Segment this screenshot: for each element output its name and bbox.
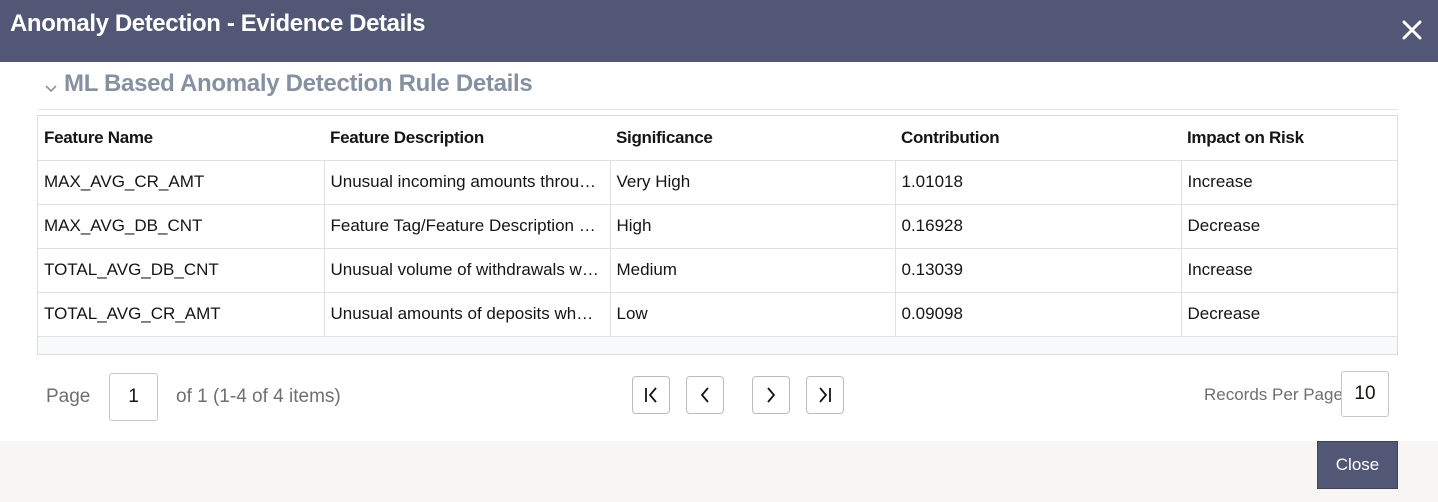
cell-feature-name: MAX_AVG_DB_CNT — [38, 204, 325, 249]
records-per-page-label: Records Per Page — [1204, 385, 1343, 404]
column-header-feature-description[interactable]: Feature Description — [324, 116, 610, 161]
evidence-table: Feature Name Feature Description Signifi… — [37, 115, 1398, 355]
table-row[interactable]: MAX_AVG_DB_CNT Feature Tag/Feature Descr… — [38, 204, 1397, 249]
chevron-down-icon[interactable] — [44, 82, 58, 96]
cell-contribution: 0.13039 — [895, 248, 1182, 293]
table-row[interactable]: TOTAL_AVG_DB_CNT Unusual volume of withd… — [38, 248, 1397, 293]
cell-contribution: 0.09098 — [895, 292, 1182, 337]
cell-significance: Low — [610, 292, 896, 337]
section-title: ML Based Anomaly Detection Rule Details — [64, 70, 533, 97]
first-page-icon — [645, 387, 657, 403]
last-page-icon — [819, 387, 831, 403]
cell-feature-description: Unusual amounts of deposits wh… — [324, 292, 611, 337]
cell-contribution: 0.16928 — [895, 204, 1182, 249]
cell-impact-on-risk: Increase — [1181, 248, 1397, 293]
cell-significance: High — [610, 204, 896, 249]
cell-feature-name: TOTAL_AVG_CR_AMT — [38, 292, 325, 337]
cell-feature-description: Feature Tag/Feature Description … — [324, 204, 611, 249]
cell-significance: Very High — [610, 160, 896, 205]
cell-feature-name: MAX_AVG_CR_AMT — [38, 160, 325, 205]
close-icon[interactable] — [1398, 16, 1426, 44]
table-row[interactable]: TOTAL_AVG_CR_AMT Unusual amounts of depo… — [38, 292, 1397, 337]
column-header-impact-on-risk[interactable]: Impact on Risk — [1181, 116, 1397, 161]
cell-significance: Medium — [610, 248, 896, 293]
column-header-contribution[interactable]: Contribution — [895, 116, 1181, 161]
cell-impact-on-risk: Decrease — [1181, 292, 1397, 337]
next-page-button[interactable] — [752, 376, 790, 414]
dialog-footer — [0, 441, 1438, 502]
previous-page-icon — [700, 387, 709, 403]
page-summary: of 1 (1-4 of 4 items) — [176, 386, 341, 407]
cell-feature-description: Unusual incoming amounts throu… — [324, 160, 611, 205]
column-header-significance[interactable]: Significance — [610, 116, 895, 161]
cell-contribution: 1.01018 — [895, 160, 1182, 205]
page-label: Page — [46, 386, 91, 407]
column-header-feature-name[interactable]: Feature Name — [38, 116, 324, 161]
table-row[interactable]: MAX_AVG_CR_AMT Unusual incoming amounts … — [38, 160, 1397, 205]
dialog-header: Anomaly Detection - Evidence Details — [0, 0, 1438, 62]
next-page-icon — [767, 387, 776, 403]
close-button[interactable]: Close — [1317, 441, 1398, 489]
cell-feature-name: TOTAL_AVG_DB_CNT — [38, 248, 325, 293]
dialog-title: Anomaly Detection - Evidence Details — [10, 10, 426, 37]
cell-impact-on-risk: Decrease — [1181, 204, 1397, 249]
first-page-button[interactable] — [632, 376, 670, 414]
page-number-input[interactable]: 1 — [109, 373, 158, 421]
table-header-row: Feature Name Feature Description Signifi… — [38, 116, 1397, 161]
section-header[interactable]: ML Based Anomaly Detection Rule Details — [38, 68, 1398, 110]
records-per-page-input[interactable]: 10 — [1341, 371, 1389, 417]
last-page-button[interactable] — [806, 376, 844, 414]
cell-feature-description: Unusual volume of withdrawals w… — [324, 248, 611, 293]
cell-impact-on-risk: Increase — [1181, 160, 1397, 205]
previous-page-button[interactable] — [686, 376, 724, 414]
